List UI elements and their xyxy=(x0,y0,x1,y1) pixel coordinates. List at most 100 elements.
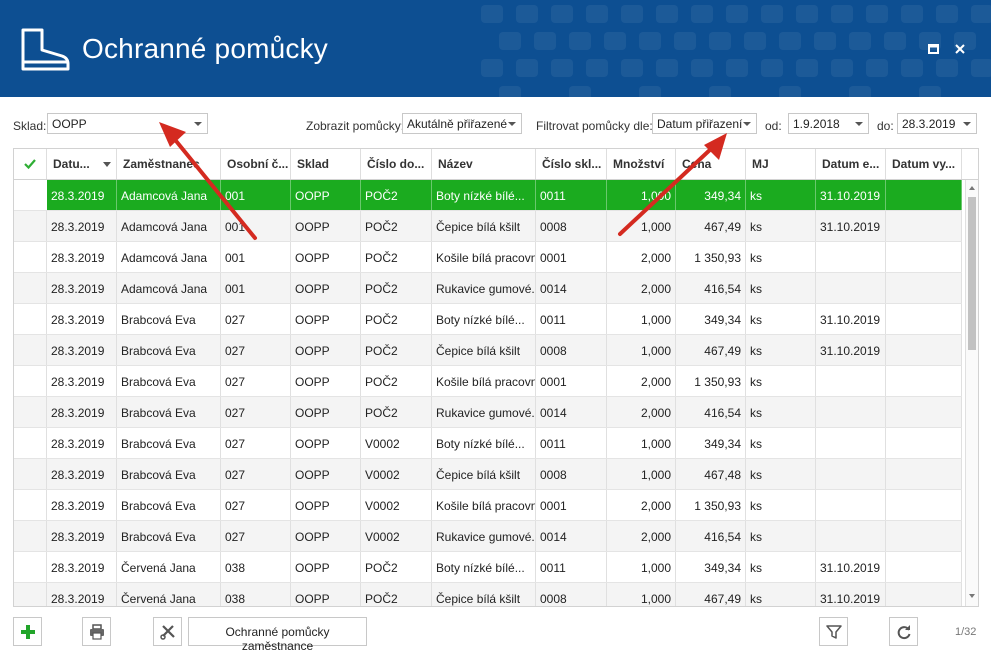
table-cell xyxy=(886,552,962,582)
table-cell: OOPP xyxy=(291,211,361,241)
table-row[interactable]: 28.3.2019 Červená Jana 038 OOPP POČ2 Boty níz… xyxy=(14,552,962,583)
row-indicator[interactable] xyxy=(14,366,47,396)
table-row[interactable]: 28.3.2019 Brabcová Eva 027 OOPP V0002 Čepice … xyxy=(14,459,962,490)
column-header[interactable]: Datum e... xyxy=(816,149,886,179)
vertical-scrollbar[interactable] xyxy=(965,180,978,606)
table-cell: 1 350,93 xyxy=(676,490,746,520)
maximize-icon[interactable] xyxy=(926,41,942,57)
column-header[interactable]: Osobní č... xyxy=(221,149,291,179)
zobrazit-value: Akutálně přiřazené xyxy=(407,117,508,131)
column-header-checkmark[interactable] xyxy=(14,149,47,179)
table-row[interactable]: 28.3.2019 Brabcová Eva 027 OOPP POČ2 Čepice b… xyxy=(14,335,962,366)
table-cell: V0002 xyxy=(361,428,432,458)
table-cell: 349,34 xyxy=(676,428,746,458)
table-row[interactable]: 28.3.2019 Adamcová Jana 001 OOPP POČ2 Čepice … xyxy=(14,211,962,242)
table-cell: POČ2 xyxy=(361,552,432,582)
column-header[interactable]: Číslo do... xyxy=(361,149,432,179)
table-cell xyxy=(816,428,886,458)
do-date-input[interactable]: 28.3.2019 xyxy=(897,113,977,134)
table-cell: POČ2 xyxy=(361,180,432,210)
table-cell: 28.3.2019 xyxy=(47,242,117,272)
column-header[interactable]: Cena xyxy=(676,149,746,179)
table-cell: 0008 xyxy=(536,211,607,241)
row-indicator[interactable] xyxy=(14,552,47,582)
table-cell: ks xyxy=(746,521,816,551)
table-cell: 31.10.2019 xyxy=(816,304,886,334)
row-indicator[interactable] xyxy=(14,397,47,427)
table-cell: 0011 xyxy=(536,552,607,582)
sort-descending-icon[interactable] xyxy=(103,162,111,167)
scroll-down-icon[interactable] xyxy=(969,594,975,598)
table-cell xyxy=(886,521,962,551)
table-cell: Boty nízké bílé... xyxy=(432,180,536,210)
table-cell: OOPP xyxy=(291,490,361,520)
column-header[interactable]: Datum vy... xyxy=(886,149,962,179)
filter-button[interactable] xyxy=(819,617,848,646)
table-cell: 001 xyxy=(221,273,291,303)
od-label: od: xyxy=(765,119,782,133)
table-cell: Čepice bílá kšilt xyxy=(432,211,536,241)
table-row[interactable]: 28.3.2019 Brabcová Eva 027 OOPP POČ2 Rukavice… xyxy=(14,397,962,428)
table-cell: POČ2 xyxy=(361,273,432,303)
row-indicator[interactable] xyxy=(14,490,47,520)
table-cell xyxy=(816,459,886,489)
table-cell: 0011 xyxy=(536,304,607,334)
table-cell: 31.10.2019 xyxy=(816,335,886,365)
table-cell: ks xyxy=(746,397,816,427)
do-label: do: xyxy=(877,119,894,133)
table-cell: 349,34 xyxy=(676,552,746,582)
row-indicator[interactable] xyxy=(14,428,47,458)
scroll-up-icon[interactable] xyxy=(969,186,975,190)
row-indicator[interactable] xyxy=(14,583,47,606)
table-cell: Boty nízké bílé... xyxy=(432,428,536,458)
close-icon[interactable] xyxy=(952,41,968,57)
column-header[interactable]: Množství xyxy=(607,149,676,179)
column-header[interactable]: Sklad xyxy=(291,149,361,179)
table-cell: 31.10.2019 xyxy=(816,180,886,210)
row-indicator[interactable] xyxy=(14,459,47,489)
table-cell: 027 xyxy=(221,304,291,334)
sklad-label: Sklad: xyxy=(13,119,47,133)
table-row[interactable]: 28.3.2019 Brabcová Eva 027 OOPP V0002 Boty ní… xyxy=(14,428,962,459)
row-indicator[interactable] xyxy=(14,304,47,334)
table-cell: 1,000 xyxy=(607,459,676,489)
table-row[interactable]: 28.3.2019 Brabcová Eva 027 OOPP V0002 Košile … xyxy=(14,490,962,521)
table-cell: POČ2 xyxy=(361,583,432,606)
filtrovat-select[interactable]: Datum přiřazení xyxy=(652,113,757,134)
scrollbar-thumb[interactable] xyxy=(968,197,976,350)
table-row[interactable]: 28.3.2019 Adamcová Jana 001 OOPP POČ2 Košile … xyxy=(14,242,962,273)
table-row[interactable]: 28.3.2019 Adamcová Jana 001 OOPP POČ2 Boty ní… xyxy=(14,180,962,211)
grid-body: 28.3.2019 Adamcová Jana 001 OOPP POČ2 Boty ní… xyxy=(14,180,962,606)
tools-button[interactable] xyxy=(153,617,182,646)
table-cell xyxy=(816,273,886,303)
column-header[interactable]: Zaměstnanec xyxy=(117,149,221,179)
table-row[interactable]: 28.3.2019 Brabcová Eva 027 OOPP POČ2 Boty níz… xyxy=(14,304,962,335)
employee-equipment-button[interactable]: Ochranné pomůcky zaměstnance xyxy=(188,617,367,653)
column-header-label: Množství xyxy=(613,157,665,171)
table-cell: V0002 xyxy=(361,521,432,551)
row-indicator[interactable] xyxy=(14,180,47,210)
sklad-select[interactable]: OOPP xyxy=(47,113,208,134)
column-header[interactable]: Číslo skl... xyxy=(536,149,607,179)
table-row[interactable]: 28.3.2019 Adamcová Jana 001 OOPP POČ2 Rukavic… xyxy=(14,273,962,304)
row-indicator[interactable] xyxy=(14,273,47,303)
row-indicator[interactable] xyxy=(14,211,47,241)
zobrazit-select[interactable]: Akutálně přiřazené xyxy=(402,113,522,134)
add-button[interactable] xyxy=(13,617,42,646)
print-button[interactable] xyxy=(82,617,111,646)
table-cell: OOPP xyxy=(291,304,361,334)
column-header[interactable]: MJ xyxy=(746,149,816,179)
column-header[interactable]: Datu... xyxy=(47,149,117,179)
table-row[interactable]: 28.3.2019 Červená Jana 038 OOPP POČ2 Čepice b… xyxy=(14,583,962,606)
table-row[interactable]: 28.3.2019 Brabcová Eva 027 OOPP POČ2 Košile b… xyxy=(14,366,962,397)
table-cell: Brabcová Eva xyxy=(117,521,221,551)
row-indicator[interactable] xyxy=(14,521,47,551)
od-date-input[interactable]: 1.9.2018 xyxy=(788,113,869,134)
row-indicator[interactable] xyxy=(14,242,47,272)
table-row[interactable]: 28.3.2019 Brabcová Eva 027 OOPP V0002 Rukavic… xyxy=(14,521,962,552)
table-cell: 2,000 xyxy=(607,490,676,520)
row-indicator[interactable] xyxy=(14,335,47,365)
column-header[interactable]: Název xyxy=(432,149,536,179)
refresh-button[interactable] xyxy=(889,617,918,646)
table-cell: V0002 xyxy=(361,490,432,520)
